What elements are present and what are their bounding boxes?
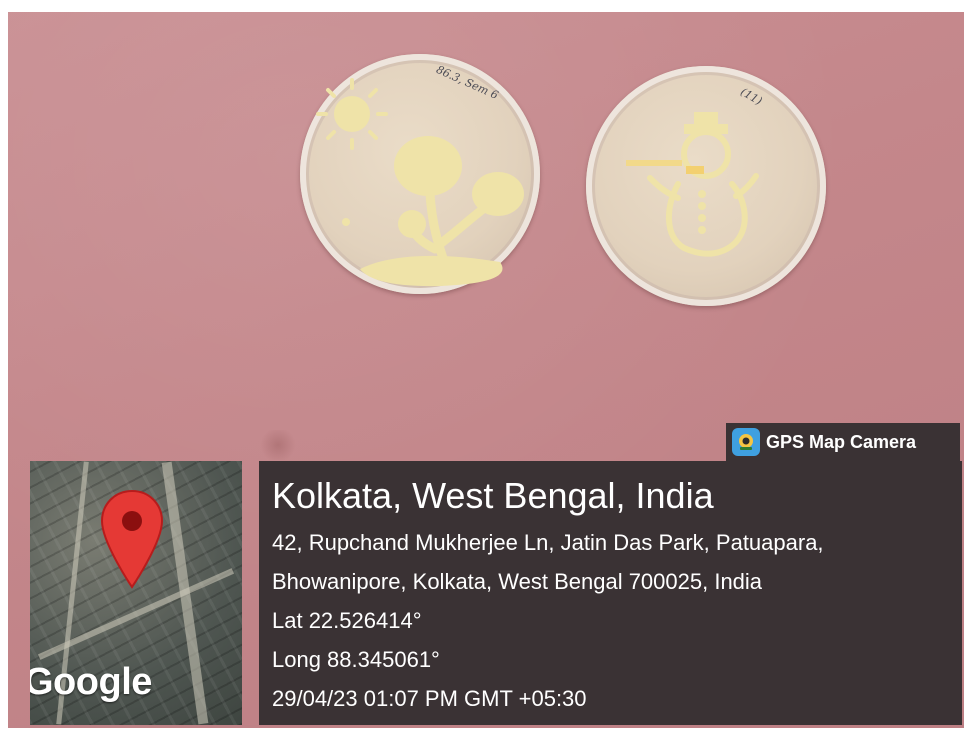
latitude: Lat 22.526414°	[272, 608, 422, 633]
snowman-scarf	[626, 160, 682, 166]
snowman-agar-art	[626, 112, 759, 257]
satellite-map-thumbnail: Google	[30, 461, 242, 725]
google-watermark: Google	[30, 661, 152, 703]
gps-badge-text: GPS Map Camera	[766, 431, 917, 452]
location-info-panel: Kolkata, West Bengal, India 42, Rupchand…	[259, 461, 962, 725]
gps-map-camera-badge: GPS Map Camera	[726, 423, 960, 461]
timestamp: 29/04/23 01:07 PM GMT +05:30	[272, 686, 587, 711]
sun-colony	[316, 78, 388, 150]
map-pin-icon	[100, 489, 164, 594]
address-line-2: Bhowanipore, Kolkata, West Bengal 700025…	[272, 569, 763, 594]
location-title: Kolkata, West Bengal, India	[272, 475, 714, 516]
address-line-1: 42, Rupchand Mukherjee Ln, Jatin Das Par…	[272, 530, 824, 555]
ground-colony	[360, 255, 503, 287]
snowman-buttons	[698, 190, 706, 234]
photo-frame: 86.3, Sem 6 (11) GPS Map Camera Google K…	[0, 0, 972, 734]
petri-dish-right: (11)	[586, 66, 826, 306]
petri-dish-left: 86.3, Sem 6	[300, 54, 540, 294]
tree-agar-art	[316, 78, 524, 287]
longitude: Long 88.345061°	[272, 647, 440, 672]
gps-map-camera-logo-icon	[732, 428, 760, 456]
surface-stain	[258, 430, 298, 460]
